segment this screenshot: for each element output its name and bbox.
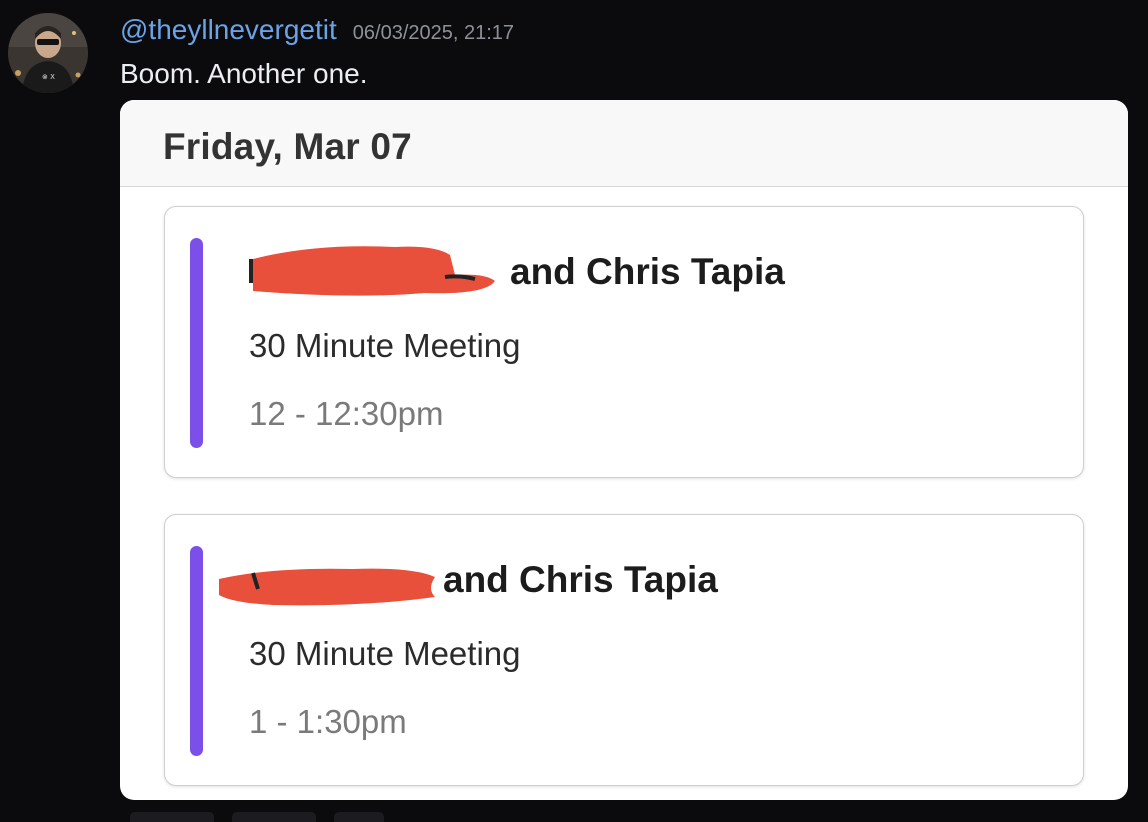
calendar-event-card: and Chris Tapia 30 Minute Meeting 12 - 1…	[164, 206, 1084, 478]
event-color-bar	[190, 238, 203, 448]
message-text: Boom. Another one.	[120, 58, 368, 89]
message-header: @theyllnevergetit 06/03/2025, 21:17	[120, 14, 514, 46]
event-type: 30 Minute Meeting	[249, 327, 521, 364]
username-link[interactable]: @theyllnevergetit	[120, 14, 337, 46]
event-title: and Chris Tapia	[510, 251, 785, 292]
redaction-scribble	[219, 568, 435, 606]
svg-text:⊗ X: ⊗ X	[42, 73, 55, 81]
event-time: 12 - 12:30pm	[249, 395, 444, 432]
event-title: and Chris Tapia	[443, 559, 718, 600]
user-avatar[interactable]: ⊗ X	[8, 13, 88, 93]
event-type: 30 Minute Meeting	[249, 635, 521, 672]
reaction-chip[interactable]	[130, 812, 214, 822]
message-timestamp: 06/03/2025, 21:17	[352, 22, 515, 44]
chat-message: ⊗ X @theyllnevergetit 06/03/2025, 21:17 …	[0, 0, 1148, 822]
calendar-day-title: Friday, Mar 07	[163, 126, 412, 167]
event-color-bar	[190, 546, 203, 756]
calendar-event-card: and Chris Tapia 30 Minute Meeting 1 - 1:…	[164, 514, 1084, 786]
reaction-chip[interactable]	[232, 812, 316, 822]
reaction-chip[interactable]	[334, 812, 384, 822]
event-time: 1 - 1:30pm	[249, 703, 407, 740]
reaction-bar-partial	[130, 812, 384, 822]
calendar-day-header: Friday, Mar 07	[120, 100, 1128, 187]
avatar-photo: ⊗ X	[8, 13, 88, 93]
attached-screenshot[interactable]: Friday, Mar 07 and Chris Tapia 30 Minute…	[120, 100, 1128, 800]
redaction-scribble	[249, 246, 495, 296]
